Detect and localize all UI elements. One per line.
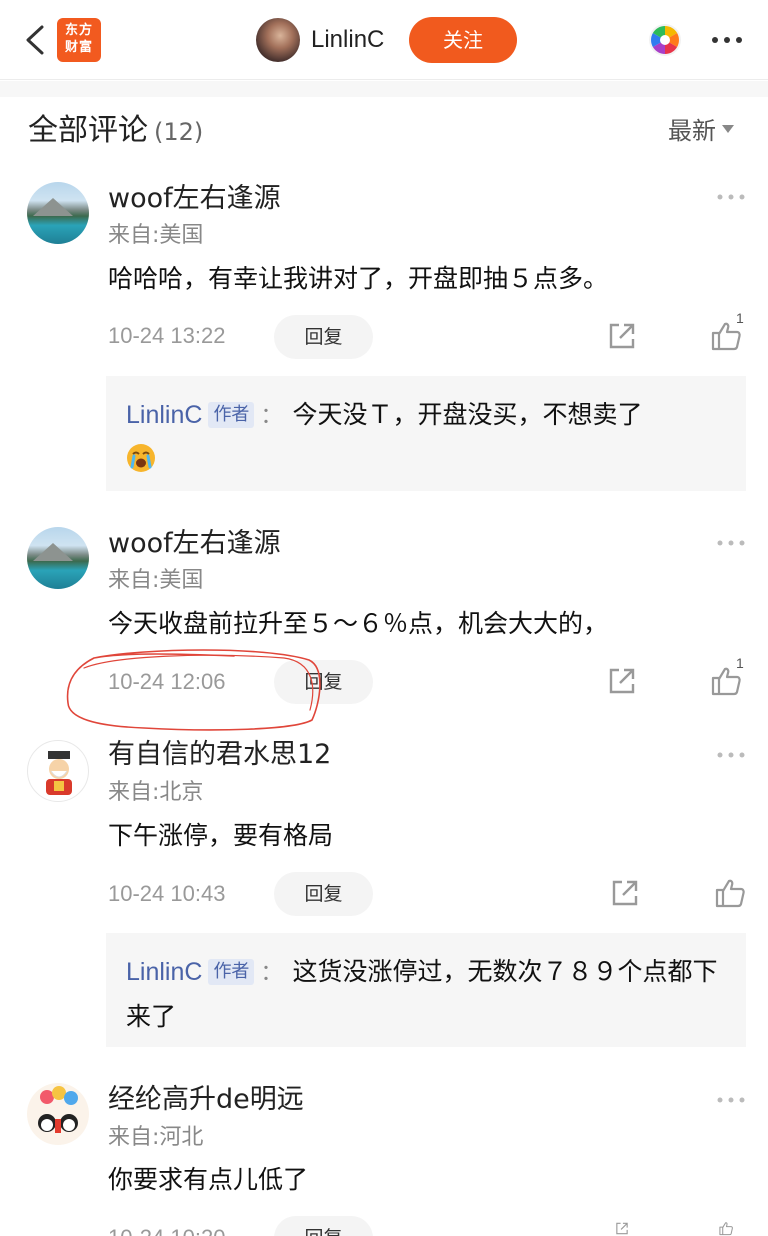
comment-location: 来自:美国 [108,223,204,248]
comment-text: 哈哈哈，有幸让我讲对了，开盘即抽５点多。 [108,264,609,293]
sort-selector[interactable]: 最新 [668,112,734,150]
comment-username[interactable]: woof左右逢源 [108,525,281,563]
comment-timestamp: 10-24 10:43 [108,881,226,906]
comment-more-icon[interactable] [716,192,746,202]
comment-username[interactable]: 经纶高升de明远 [108,1081,304,1119]
comment-location: 来自:河北 [108,1125,204,1150]
comment-more-icon[interactable] [716,538,746,548]
crying-face-emoji-icon [127,444,155,472]
comment-location: 来自:北京 [108,780,204,805]
author-badge: 作者 [208,959,255,985]
top-bar: 东方 财富 LinlinC 关注 [0,0,768,80]
logo-text-line2: 财富 [64,40,93,55]
section-divider [0,81,768,97]
author-reply: LinlinC 作者： 今天没Ｔ，开盘没买，不想卖了 [106,376,746,491]
user-avatar[interactable] [27,1083,89,1145]
share-icon[interactable] [606,320,638,352]
sort-label: 最新 [668,117,716,145]
comment-location: 来自:美国 [108,568,204,593]
share-icon[interactable] [609,877,641,909]
reply-author[interactable]: LinlinC [126,401,202,429]
author-avatar[interactable] [256,18,300,62]
comment-more-icon[interactable] [716,1095,746,1105]
thumbs-up-icon[interactable] [710,1221,742,1236]
reply-colon: ： [260,961,283,986]
comment-username[interactable]: woof左右逢源 [108,180,281,218]
comment-text: 下午涨停，要有格局 [108,821,334,850]
reply-button[interactable]: 回复 [274,872,373,916]
like-count: 1 [736,655,744,671]
like-count: 1 [736,310,744,326]
user-avatar[interactable] [27,740,89,802]
thumbs-up-icon[interactable] [714,877,746,909]
share-icon[interactable] [606,1221,638,1236]
app-logo[interactable]: 东方 财富 [57,18,101,62]
back-arrow-icon[interactable] [22,24,48,56]
logo-text-line1: 东方 [64,23,93,38]
comment-timestamp: 10-24 13:22 [108,323,226,348]
comment-timestamp: 10-24 10:20 [108,1222,225,1236]
comment-text: 今天收盘前拉升至５～６％点，机会大大的， [108,609,609,638]
section-title-text: 全部评论 [28,113,148,148]
share-icon[interactable] [606,665,638,697]
balloons-avatar-icon [38,1086,78,1133]
comment-more-icon[interactable] [716,750,746,760]
reply-author[interactable]: LinlinC [126,958,202,986]
comments-section-title: 全部评论 (12) [28,110,203,153]
comment-count: (12) [154,118,204,146]
reply-button[interactable]: 回复 [274,660,373,704]
more-options-icon[interactable] [710,28,744,52]
comment-timestamp: 10-24 12:06 [108,669,226,694]
reply-button[interactable]: 回复 [274,315,373,359]
user-avatar[interactable] [27,182,89,244]
reply-colon: ： [260,404,283,429]
user-avatar[interactable] [27,527,89,589]
fortune-god-avatar-icon [46,751,72,795]
author-badge: 作者 [208,402,255,428]
aperture-icon[interactable] [648,23,682,57]
comment-username[interactable]: 有自信的君水思12 [108,736,331,774]
author-reply: LinlinC 作者：这货没涨停过，无数次７８９个点都下来了 [106,933,746,1047]
reply-button[interactable]: 回复 [274,1216,373,1236]
author-name[interactable]: LinlinC [311,22,384,58]
comment-text: 你要求有点儿低了 [108,1165,309,1194]
caret-down-icon [722,125,734,133]
follow-button[interactable]: 关注 [409,17,517,63]
reply-text: 今天没Ｔ，开盘没买，不想卖了 [292,400,643,429]
